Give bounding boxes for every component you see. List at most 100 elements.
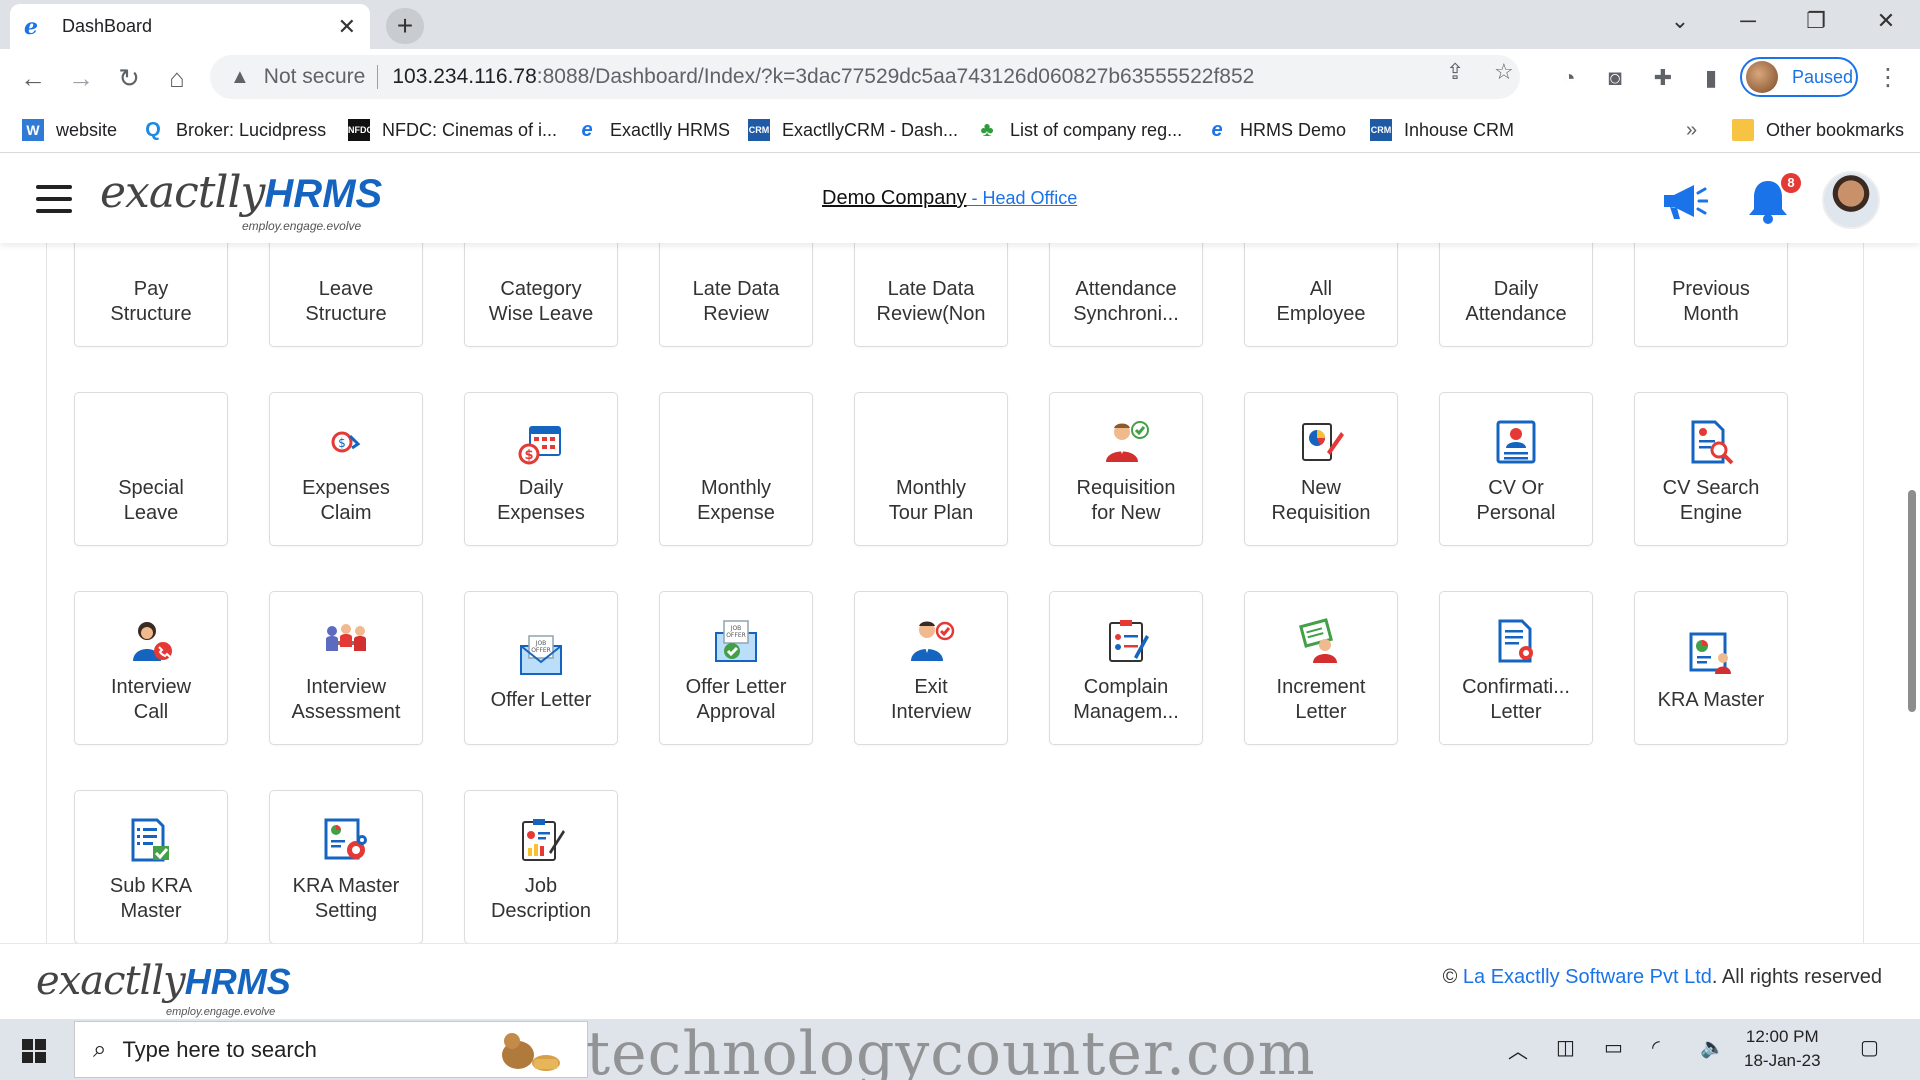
module-tile[interactable]: Monthly Tour Plan <box>854 392 1008 546</box>
module-tile[interactable]: Leave Structure <box>269 243 423 347</box>
company-name[interactable]: Demo Company <box>822 187 967 209</box>
forward-arrow-icon[interactable]: → <box>64 61 98 95</box>
module-tile[interactable]: Interview Call <box>74 591 228 745</box>
page-scrollbar[interactable] <box>1908 490 1916 712</box>
app-footer: exactllyHRMS employ.engage.evolve © La E… <box>0 943 1920 1019</box>
tile-label: Monthly Expense <box>697 477 775 524</box>
bookmark-exactlly-hrms[interactable]: e Exactlly HRMS <box>576 115 730 145</box>
meet-now-icon[interactable]: ◫ <box>1556 1035 1575 1060</box>
module-tile[interactable]: JOB OFFER Offer Letter Approval <box>659 591 813 745</box>
module-tile[interactable]: Complain Managem... <box>1049 591 1203 745</box>
performance-gauge-icon[interactable]: ◔ <box>1554 65 1584 91</box>
module-tile[interactable]: Interview Assessment <box>269 591 423 745</box>
module-tile[interactable]: All Employee <box>1244 243 1398 347</box>
address-bar[interactable]: ▲ Not secure 103.234.116.78 :8088/Dashbo… <box>210 55 1520 99</box>
profile-status: Paused <box>1792 66 1854 87</box>
tile-label: Daily Attendance <box>1465 278 1567 325</box>
browser-tab-dashboard[interactable]: e DashBoard ✕ <box>10 4 370 49</box>
taskbar-search-placeholder: Type here to search <box>122 1036 317 1062</box>
minimize-icon[interactable]: ─ <box>1728 8 1768 34</box>
taskbar-clock[interactable]: 12:00 PM 18-Jan-23 <box>1744 1025 1821 1073</box>
tray-chevron-up-icon[interactable]: ︿ <box>1508 1035 1528 1064</box>
bookmark-inhouse-crm[interactable]: CRM Inhouse CRM <box>1370 115 1514 145</box>
module-tile[interactable]: Category Wise Leave <box>464 243 618 347</box>
back-arrow-icon[interactable]: ← <box>16 61 50 95</box>
bookmark-star-icon[interactable]: ☆ <box>1494 59 1514 85</box>
office-link[interactable]: - Head Office <box>967 188 1078 208</box>
tile-label: Requisition for New <box>1076 477 1176 524</box>
module-tile[interactable]: Late Data Review <box>659 243 813 347</box>
module-tile[interactable]: CV Search Engine <box>1634 392 1788 546</box>
bookmark-company-reg[interactable]: ♣ List of company reg... <box>976 115 1182 145</box>
module-tile[interactable]: KRA Master Setting <box>269 790 423 943</box>
expense-claim-icon: $ <box>331 431 361 453</box>
other-bookmarks[interactable]: Other bookmarks <box>1732 115 1904 145</box>
app-logo[interactable]: exactllyHRMS employ.engage.evolve <box>100 167 382 233</box>
module-tile[interactable]: Attendance Synchroni... <box>1049 243 1203 347</box>
notifications-center-icon[interactable]: ▢ <box>1860 1035 1879 1060</box>
wifi-icon[interactable]: ◜ <box>1652 1035 1660 1060</box>
module-tile[interactable]: CV Or Personal <box>1439 392 1593 546</box>
close-window-icon[interactable]: ✕ <box>1866 8 1906 34</box>
clipboard-people-icon <box>1109 620 1149 662</box>
profile-button[interactable]: Paused <box>1740 57 1858 97</box>
share-icon[interactable]: ⇪ <box>1446 59 1464 85</box>
extensions-puzzle-icon[interactable]: ✚ <box>1648 65 1678 91</box>
bookmarks-bar: W website Q Broker: Lucidpress NFDC NFDC… <box>0 107 1920 153</box>
camera-icon[interactable]: ◙ <box>1600 65 1630 91</box>
module-tile[interactable]: Confirmati... Letter <box>1439 591 1593 745</box>
tile-label: KRA Master <box>1657 688 1765 711</box>
tab-search-chevron-icon[interactable]: ⌄ <box>1660 8 1700 34</box>
tile-label: Special Leave <box>118 477 184 524</box>
tab-close-icon[interactable]: ✕ <box>338 14 356 40</box>
module-tile[interactable]: JOB OFFER Offer Letter <box>464 591 618 745</box>
restore-icon[interactable]: ❐ <box>1796 8 1836 34</box>
tile-label: Offer Letter Approval <box>685 676 787 723</box>
tile-label: Exit Interview <box>890 676 972 723</box>
module-tile[interactable]: Daily Attendance <box>1439 243 1593 347</box>
module-tile[interactable]: Exit Interview <box>854 591 1008 745</box>
module-tile[interactable]: $ Expenses Claim <box>269 392 423 546</box>
megaphone-icon[interactable] <box>1660 181 1708 221</box>
person-cancel-icon <box>911 621 955 661</box>
battery-icon[interactable]: ▭ <box>1604 1035 1623 1060</box>
windows-start-icon[interactable] <box>22 1039 46 1063</box>
clock-date: 18-Jan-23 <box>1744 1051 1821 1070</box>
user-avatar[interactable] <box>1822 171 1880 229</box>
cv-card-icon <box>1496 420 1536 464</box>
side-panel-icon[interactable]: ▮ <box>1696 65 1726 91</box>
profile-avatar <box>1746 61 1778 93</box>
bookmark-lucidpress[interactable]: Q Broker: Lucidpress <box>142 115 326 145</box>
browser-menu-icon[interactable]: ⋮ <box>1876 63 1900 92</box>
module-tile[interactable]: Requisition for New <box>1049 392 1203 546</box>
module-tile[interactable]: KRA Master <box>1634 591 1788 745</box>
warning-triangle-icon[interactable]: ▲ <box>230 66 250 89</box>
bookmark-website[interactable]: W website <box>22 115 117 145</box>
tile-label: Sub KRA Master <box>109 875 193 922</box>
module-tile[interactable]: Sub KRA Master <box>74 790 228 943</box>
security-status[interactable]: Not secure <box>264 65 379 89</box>
bookmark-nfdc[interactable]: NFDC NFDC: Cinemas of i... <box>348 115 557 145</box>
hamburger-menu-icon[interactable] <box>36 185 72 213</box>
module-tile[interactable]: Job Description <box>464 790 618 943</box>
module-tile[interactable]: Increment Letter <box>1244 591 1398 745</box>
module-tile[interactable]: $ Daily Expenses <box>464 392 618 546</box>
company-link[interactable]: La Exactlly Software Pvt Ltd <box>1463 966 1712 988</box>
module-tile[interactable]: Late Data Review(Non <box>854 243 1008 347</box>
tile-label: Late Data Review(Non <box>876 278 986 325</box>
module-tile[interactable]: Monthly Expense <box>659 392 813 546</box>
reload-icon[interactable]: ↻ <box>112 61 146 95</box>
bookmarks-overflow-icon[interactable]: » <box>1686 119 1697 142</box>
company-selector[interactable]: Demo Company - Head Office <box>822 187 1077 210</box>
module-tile[interactable]: Special Leave <box>74 392 228 546</box>
bookmark-hrms-demo[interactable]: e HRMS Demo <box>1206 115 1346 145</box>
module-tile[interactable]: Pay Structure <box>74 243 228 347</box>
bookmark-exactllycrm[interactable]: CRM ExactllyCRM - Dash... <box>748 115 958 145</box>
notification-count-badge: 8 <box>1781 173 1801 193</box>
module-tile[interactable]: Previous Month <box>1634 243 1788 347</box>
new-tab-button[interactable]: + <box>386 8 424 44</box>
volume-icon[interactable]: 🔈 <box>1700 1035 1725 1060</box>
home-icon[interactable]: ⌂ <box>160 61 194 95</box>
module-tile[interactable]: New Requisition <box>1244 392 1398 546</box>
tile-label: Complain Managem... <box>1073 676 1179 723</box>
